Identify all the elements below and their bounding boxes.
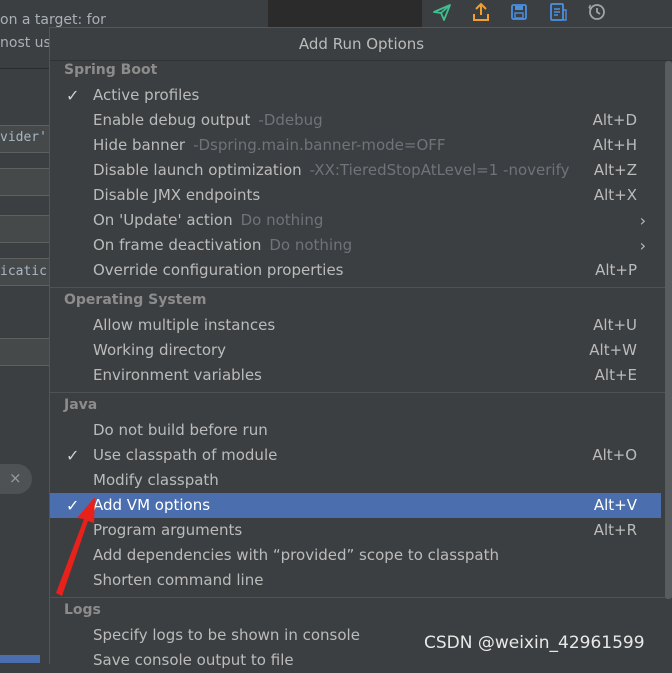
section-title-operating-system: Operating System [64, 292, 207, 308]
popup-title: Add Run Options [50, 28, 672, 61]
item-shortcut: Alt+D [592, 111, 637, 129]
menu-item-working-directory[interactable]: Working directory Alt+W [50, 338, 661, 363]
background-panel [0, 0, 50, 663]
item-label: Hide banner [93, 136, 186, 154]
item-label: Modify classpath [93, 471, 219, 489]
menu-item-disable-jmx-endpoints[interactable]: Disable JMX endpoints Alt+X [50, 183, 661, 208]
item-shortcut: Alt+Z [593, 161, 637, 179]
section-title-logs: Logs [64, 602, 101, 618]
menu-item-modify-classpath[interactable]: Modify classpath [50, 468, 661, 493]
item-hint: -Ddebug [258, 111, 323, 129]
item-label: Add dependencies with “provided” scope t… [93, 546, 499, 564]
item-shortcut: Alt+E [594, 366, 637, 384]
section-divider [50, 287, 672, 288]
item-shortcut: Alt+O [592, 446, 637, 464]
chevron-right-icon: › [639, 236, 646, 255]
background-divider [0, 68, 50, 69]
item-shortcut: Alt+U [593, 316, 637, 334]
checkmark-icon: ✓ [66, 86, 80, 105]
history-icon[interactable] [587, 2, 607, 22]
item-shortcut: Alt+X [593, 186, 637, 204]
chevron-right-icon: › [639, 211, 646, 230]
checkmark-icon: ✓ [66, 496, 80, 515]
background-input[interactable] [0, 338, 50, 366]
section-divider [50, 392, 672, 393]
menu-item-allow-multiple-instances[interactable]: Allow multiple instances Alt+U [50, 313, 661, 338]
save-icon[interactable] [509, 2, 529, 22]
upload-icon[interactable] [471, 2, 491, 22]
background-input[interactable] [0, 168, 50, 196]
item-label: Shorten command line [93, 571, 264, 589]
background-editor-area [268, 0, 422, 28]
menu-item-program-arguments[interactable]: Program arguments Alt+R [50, 518, 661, 543]
item-label: Do not build before run [93, 421, 268, 439]
item-shortcut: Alt+W [589, 341, 637, 359]
background-text-line: on a target: for [0, 12, 106, 28]
top-toolbar [422, 0, 672, 28]
background-field-text: vider' [0, 130, 47, 145]
popup-scrollbar[interactable] [665, 61, 672, 599]
menu-item-use-classpath-of-module[interactable]: ✓ Use classpath of module Alt+O [50, 443, 661, 468]
item-hint: -XX:TieredStopAtLevel=1 -noverify [309, 161, 570, 179]
menu-item-do-not-build-before-run[interactable]: Do not build before run [50, 418, 661, 443]
menu-item-on-frame-deactivation[interactable]: On frame deactivation Do nothing › [50, 233, 661, 258]
menu-item-hide-banner[interactable]: Hide banner -Dspring.main.banner-mode=OFF… [50, 133, 661, 158]
item-label: On 'Update' action [93, 211, 233, 229]
item-label: Enable debug output [93, 111, 251, 129]
background-button[interactable] [0, 655, 40, 663]
menu-item-enable-debug-output[interactable]: Enable debug output -Ddebug Alt+D [50, 108, 661, 133]
menu-item-add-dependencies-provided-scope[interactable]: Add dependencies with “provided” scope t… [50, 543, 661, 568]
item-shortcut: Alt+R [593, 521, 637, 539]
item-label: On frame deactivation [93, 236, 262, 254]
add-run-options-popup: Add Run Options Spring Boot ✓ Active pro… [49, 27, 672, 669]
background-field-text: icatic [0, 264, 47, 279]
item-hint: Do nothing [269, 236, 353, 254]
menu-item-override-configuration-properties[interactable]: Override configuration properties Alt+P [50, 258, 661, 283]
item-shortcut: Alt+P [595, 261, 637, 279]
background-text-line: nost usi [0, 35, 55, 51]
section-divider [50, 597, 672, 598]
item-label: Save console output to file [93, 651, 294, 669]
section-title-java: Java [64, 397, 98, 413]
item-label: Override configuration properties [93, 261, 344, 279]
item-label: Use classpath of module [93, 446, 278, 464]
menu-item-active-profiles[interactable]: ✓ Active profiles [50, 83, 661, 108]
background-input[interactable] [0, 215, 50, 243]
document-list-icon[interactable] [548, 2, 568, 22]
section-title-spring-boot: Spring Boot [64, 62, 158, 78]
menu-item-shorten-command-line[interactable]: Shorten command line [50, 568, 661, 593]
menu-item-add-vm-options[interactable]: ✓ Add VM options Alt+V [50, 493, 661, 518]
background-chip[interactable]: × [0, 464, 32, 494]
item-hint: Do nothing [240, 211, 324, 229]
menu-item-on-update-action[interactable]: On 'Update' action Do nothing › [50, 208, 661, 233]
watermark-text: CSDN @weixin_42961599 [424, 633, 645, 653]
checkmark-icon: ✓ [66, 446, 80, 465]
item-label: Active profiles [93, 86, 200, 104]
close-icon[interactable]: × [9, 469, 22, 487]
send-icon[interactable] [432, 2, 452, 22]
item-shortcut: Alt+H [592, 136, 637, 154]
item-label: Disable JMX endpoints [93, 186, 261, 204]
item-label: Disable launch optimization [93, 161, 302, 179]
item-shortcut: Alt+V [593, 496, 637, 514]
item-hint: -Dspring.main.banner-mode=OFF [193, 136, 446, 154]
item-label: Working directory [93, 341, 227, 359]
menu-item-disable-launch-optimization[interactable]: Disable launch optimization -XX:TieredSto… [50, 158, 661, 183]
item-label: Environment variables [93, 366, 262, 384]
item-label: Program arguments [93, 521, 243, 539]
item-label: Specify logs to be shown in console [93, 626, 360, 644]
item-label: Allow multiple instances [93, 316, 276, 334]
menu-item-environment-variables[interactable]: Environment variables Alt+E [50, 363, 661, 388]
item-label: Add VM options [93, 496, 211, 514]
